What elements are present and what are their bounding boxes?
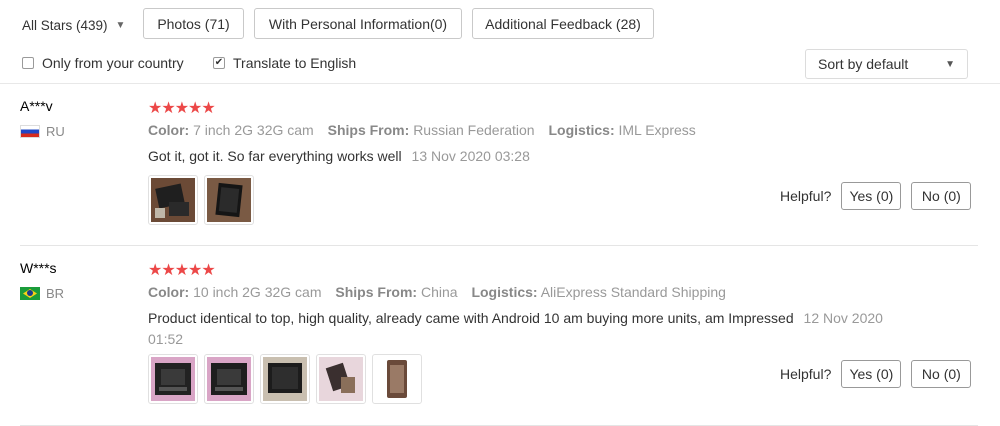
device-photo-icon bbox=[319, 357, 363, 401]
russia-flag-icon bbox=[20, 125, 40, 138]
sort-value: Sort by default bbox=[818, 56, 909, 72]
reviewer-country: RU bbox=[20, 124, 65, 139]
review-item: A***v RU ★★★★★ Color: 7 inch 2G 32G cam … bbox=[20, 84, 978, 246]
color-value: 10 inch 2G 32G cam bbox=[193, 284, 322, 300]
reviewer-name: W***s bbox=[20, 260, 57, 276]
review-photo-thumbnail[interactable] bbox=[372, 354, 422, 404]
helpful-no-button[interactable]: No (0) bbox=[911, 360, 972, 388]
review-photos bbox=[148, 354, 422, 404]
filter-bar: All Stars (439) ▼ Photos (71) With Perso… bbox=[0, 0, 1000, 84]
reviewer-name: A***v bbox=[20, 98, 53, 114]
review-text-block: Product identical to top, high quality, … bbox=[148, 308, 898, 350]
country-code: BR bbox=[46, 286, 65, 301]
translate-label: Translate to English bbox=[233, 55, 357, 71]
star-rating: ★★★★★ bbox=[148, 100, 216, 117]
helpful-yes-button[interactable]: Yes (0) bbox=[841, 182, 902, 210]
review-photo-thumbnail[interactable] bbox=[204, 175, 254, 225]
review-photo-thumbnail[interactable] bbox=[260, 354, 310, 404]
translate-option[interactable]: ✔ Translate to English bbox=[213, 55, 356, 71]
review-meta: Color: 10 inch 2G 32G cam Ships From: Ch… bbox=[148, 284, 726, 300]
star-rating: ★★★★★ bbox=[148, 262, 216, 279]
ships-from-value: China bbox=[420, 284, 458, 300]
review-meta: Color: 7 inch 2G 32G cam Ships From: Rus… bbox=[148, 122, 696, 138]
only-country-checkbox[interactable] bbox=[22, 57, 34, 69]
review-text: Product identical to top, high quality, … bbox=[148, 310, 794, 326]
device-photo-icon bbox=[207, 178, 251, 222]
helpful-label: Helpful? bbox=[780, 366, 832, 382]
brazil-flag-icon bbox=[20, 287, 40, 300]
logistics-value: IML Express bbox=[618, 122, 696, 138]
review-date: 13 Nov 2020 03:28 bbox=[411, 148, 530, 164]
translate-checkbox[interactable]: ✔ bbox=[213, 57, 225, 69]
review-photo-thumbnail[interactable] bbox=[204, 354, 254, 404]
logistics-value: AliExpress Standard Shipping bbox=[540, 284, 726, 300]
color-value: 7 inch 2G 32G cam bbox=[193, 122, 314, 138]
ships-from-key: Ships From: bbox=[327, 122, 410, 138]
review-photos bbox=[148, 175, 254, 225]
device-photo-icon bbox=[207, 357, 251, 401]
all-stars-label: All Stars (439) bbox=[22, 17, 108, 33]
device-photo-icon bbox=[151, 178, 195, 222]
personal-info-filter-button[interactable]: With Personal Information(0) bbox=[254, 8, 462, 39]
chevron-down-icon: ▼ bbox=[115, 19, 126, 31]
sort-select[interactable]: Sort by default ▼ bbox=[805, 49, 968, 79]
only-country-label: Only from your country bbox=[42, 55, 184, 71]
logistics-key: Logistics: bbox=[471, 284, 538, 300]
helpful-yes-button[interactable]: Yes (0) bbox=[841, 360, 902, 388]
helpful-section: Helpful? Yes (0) No (0) bbox=[780, 182, 981, 210]
helpful-label: Helpful? bbox=[780, 188, 832, 204]
only-country-option[interactable]: Only from your country bbox=[22, 55, 184, 71]
review-photo-thumbnail[interactable] bbox=[316, 354, 366, 404]
review-photo-thumbnail[interactable] bbox=[148, 175, 198, 225]
photos-filter-button[interactable]: Photos (71) bbox=[143, 8, 244, 39]
all-stars-dropdown[interactable]: All Stars (439) ▼ bbox=[22, 14, 125, 36]
reviewer-country: BR bbox=[20, 286, 64, 301]
device-photo-icon bbox=[263, 357, 307, 401]
review-photo-thumbnail[interactable] bbox=[148, 354, 198, 404]
review-item: W***s BR ★★★★★ Color: 10 inch 2G 32G cam… bbox=[20, 246, 978, 426]
helpful-section: Helpful? Yes (0) No (0) bbox=[780, 360, 981, 388]
review-text-block: Got it, got it. So far everything works … bbox=[148, 146, 898, 167]
ships-from-key: Ships From: bbox=[335, 284, 418, 300]
ships-from-value: Russian Federation bbox=[413, 122, 535, 138]
color-key: Color: bbox=[148, 122, 190, 138]
helpful-no-button[interactable]: No (0) bbox=[911, 182, 972, 210]
country-code: RU bbox=[46, 124, 65, 139]
review-text: Got it, got it. So far everything works … bbox=[148, 148, 402, 164]
logistics-key: Logistics: bbox=[548, 122, 615, 138]
color-key: Color: bbox=[148, 284, 190, 300]
device-photo-icon bbox=[375, 357, 419, 401]
additional-feedback-filter-button[interactable]: Additional Feedback (28) bbox=[472, 8, 654, 39]
chevron-down-icon: ▼ bbox=[945, 58, 955, 70]
device-photo-icon bbox=[151, 357, 195, 401]
